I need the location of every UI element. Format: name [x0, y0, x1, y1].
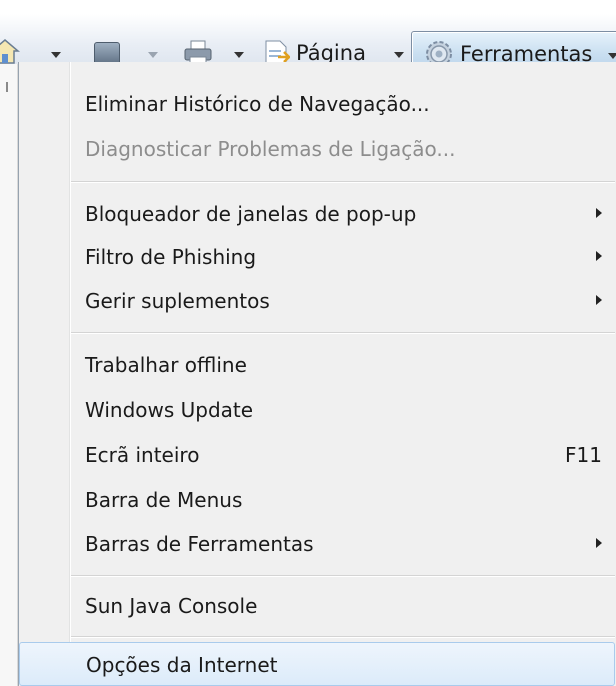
menu-item-label: Trabalhar offline: [85, 353, 247, 377]
menu-item-toolbars[interactable]: Barras de Ferramentas: [19, 524, 615, 564]
menu-separator: [71, 332, 615, 333]
menu-item-label: Filtro de Phishing: [85, 245, 257, 269]
menu-item-diagnose-connection: Diagnosticar Problemas de Ligação...: [19, 129, 615, 169]
menu-item-internet-options[interactable]: Opções da Internet: [19, 642, 615, 686]
menu-item-label: Gerir suplementos: [85, 289, 270, 313]
tools-dropdown-menu: Eliminar Histórico de Navegação... Diagn…: [18, 62, 616, 686]
submenu-arrow-icon: [596, 208, 602, 218]
menu-item-manage-addons[interactable]: Gerir suplementos: [19, 281, 615, 321]
menu-item-label: Diagnosticar Problemas de Ligação...: [85, 137, 456, 161]
menu-item-delete-history[interactable]: Eliminar Histórico de Navegação...: [19, 84, 615, 124]
feed-dropdown-chevron-icon[interactable]: [148, 52, 158, 58]
home-icon[interactable]: [0, 38, 20, 64]
menu-item-label: Ecrã inteiro: [85, 443, 200, 467]
menu-item-shortcut: F11: [565, 443, 602, 467]
submenu-arrow-icon: [596, 251, 602, 261]
top-strip: [0, 0, 616, 14]
home-dropdown-chevron-icon[interactable]: [51, 52, 61, 58]
menu-separator: [71, 181, 615, 182]
menu-item-label: Sun Java Console: [85, 594, 258, 618]
browser-window: Página Ferramentas Eliminar Histórico de…: [0, 0, 616, 686]
menu-item-label: Barra de Menus: [85, 488, 243, 512]
print-dropdown-chevron-icon[interactable]: [234, 52, 244, 58]
edge-marker: [6, 82, 8, 92]
menu-separator: [71, 636, 615, 637]
page-dropdown-chevron-icon[interactable]: [394, 52, 404, 58]
page-content-edge: [0, 64, 18, 686]
tools-dropdown-chevron-icon: [608, 53, 616, 59]
menu-item-label: Windows Update: [85, 398, 254, 422]
command-bar: Página Ferramentas: [0, 14, 616, 75]
menu-item-label: Eliminar Histórico de Navegação...: [85, 92, 430, 116]
submenu-arrow-icon: [596, 538, 602, 548]
menu-item-label: Bloqueador de janelas de pop-up: [85, 202, 417, 226]
menu-item-popup-blocker[interactable]: Bloqueador de janelas de pop-up: [19, 194, 615, 234]
menu-item-menu-bar[interactable]: Barra de Menus: [19, 480, 615, 520]
menu-item-work-offline[interactable]: Trabalhar offline: [19, 345, 615, 385]
menu-item-label: Barras de Ferramentas: [85, 532, 314, 556]
menu-separator: [71, 575, 615, 576]
submenu-arrow-icon: [596, 295, 602, 305]
menu-item-sun-java-console[interactable]: Sun Java Console: [19, 586, 615, 626]
menu-item-label: Opções da Internet: [86, 653, 278, 677]
menu-item-full-screen[interactable]: Ecrã inteiro F11: [19, 435, 615, 475]
menu-item-windows-update[interactable]: Windows Update: [19, 390, 615, 430]
menu-item-phishing-filter[interactable]: Filtro de Phishing: [19, 237, 615, 277]
